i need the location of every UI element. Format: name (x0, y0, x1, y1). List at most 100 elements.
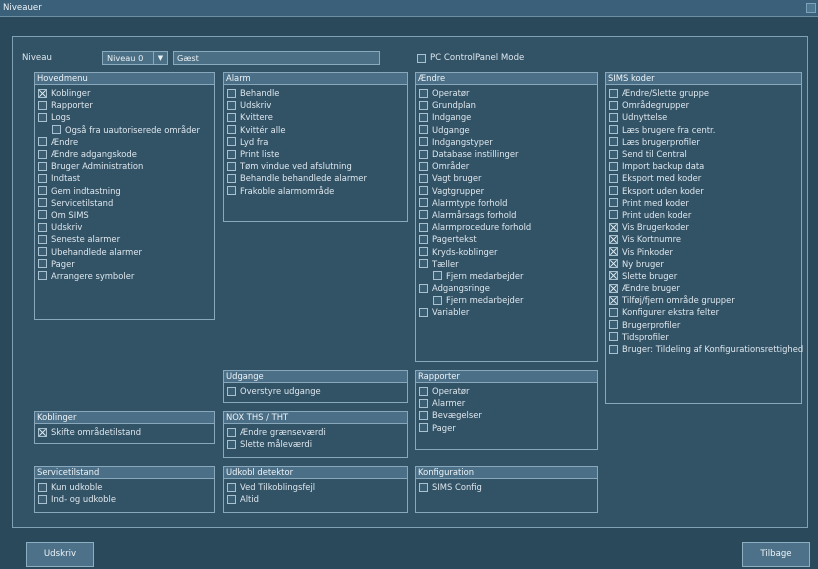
checkbox-icon[interactable] (609, 173, 618, 183)
checkbox-item[interactable]: Print uden koder (609, 209, 798, 221)
checkbox-item[interactable]: Tæller (419, 258, 594, 270)
checkbox-item[interactable]: Vagtgrupper (419, 185, 594, 197)
checkbox-item[interactable]: Slette måleværdi (227, 438, 404, 450)
checkbox-icon[interactable] (419, 186, 428, 196)
checkbox-item[interactable]: Brugerprofiler (609, 319, 798, 331)
checkbox-item[interactable]: Altid (227, 493, 404, 505)
pc-controlpanel-mode[interactable]: PC ControlPanel Mode (417, 53, 524, 63)
checkbox-item[interactable]: Skifte områdetilstand (38, 426, 211, 438)
checkbox-icon[interactable] (38, 234, 47, 244)
checkbox-item[interactable]: Bruger: Tildeling af Konfigurationsretti… (609, 343, 803, 355)
checkbox-icon[interactable] (609, 344, 618, 354)
checkbox-item[interactable]: Database instillinger (419, 148, 594, 160)
checkbox-icon[interactable] (227, 88, 236, 98)
checkbox-icon[interactable] (609, 149, 618, 159)
checkbox-icon[interactable] (419, 386, 428, 396)
checkbox-item[interactable]: Overstyre udgange (227, 385, 404, 397)
checkbox-item[interactable]: Print med koder (609, 197, 798, 209)
checkbox-item[interactable]: Send til Central (609, 148, 798, 160)
checkbox-icon[interactable] (419, 173, 428, 183)
checkbox-item[interactable]: Tilføj/fjern område grupper (609, 294, 798, 306)
checkbox-icon[interactable] (419, 88, 428, 98)
checkbox-icon[interactable] (609, 307, 618, 317)
checked-checkbox-icon[interactable] (609, 271, 618, 281)
checkbox-icon[interactable] (609, 198, 618, 208)
checkbox-item[interactable]: Ændre grænseværdi (227, 426, 404, 438)
checkbox-item[interactable]: Alarmer (419, 397, 594, 409)
checkbox-item[interactable]: Konfigurer ekstra felter (609, 306, 798, 318)
checkbox-item[interactable]: Indgangstyper (419, 136, 594, 148)
checkbox-item[interactable]: Eksport uden koder (609, 185, 798, 197)
checkbox-item[interactable]: Fjern medarbejder (419, 294, 594, 306)
checkbox-item[interactable]: Ind- og udkoble (38, 493, 211, 505)
checkbox-item[interactable]: Adgangsringe (419, 282, 594, 294)
checkbox-item[interactable]: Læs brugere fra centr. (609, 124, 798, 136)
checkbox-item[interactable]: Frakoble alarmområde (227, 185, 404, 197)
checkbox-item[interactable]: Bevægelser (419, 409, 594, 421)
checkbox-item[interactable]: Ændre/Slette gruppe (609, 87, 798, 99)
checkbox-icon[interactable] (38, 149, 47, 159)
checkbox-item[interactable]: Områdegrupper (609, 99, 798, 111)
checkbox-icon[interactable] (38, 100, 47, 110)
chevron-down-icon[interactable]: ▼ (153, 52, 167, 64)
checkbox-icon[interactable] (419, 423, 428, 433)
checkbox-icon[interactable] (609, 112, 618, 122)
pc-mode-checkbox[interactable] (417, 53, 426, 63)
checked-checkbox-icon[interactable] (609, 259, 618, 269)
checkbox-item[interactable]: Tidsprofiler (609, 331, 798, 343)
checkbox-item[interactable]: Ny bruger (609, 258, 798, 270)
checkbox-icon[interactable] (227, 137, 236, 147)
checkbox-icon[interactable] (419, 222, 428, 232)
checked-checkbox-icon[interactable] (609, 222, 618, 232)
checkbox-icon[interactable] (227, 112, 236, 122)
checkbox-icon[interactable] (227, 439, 236, 449)
checkbox-icon[interactable] (609, 210, 618, 220)
checkbox-icon[interactable] (38, 482, 47, 492)
checkbox-item[interactable]: Alarmtype forhold (419, 197, 594, 209)
checkbox-item[interactable]: Vis Brugerkoder (609, 221, 798, 233)
checkbox-item[interactable]: SIMS Config (419, 481, 594, 493)
checkbox-icon[interactable] (419, 283, 428, 293)
checkbox-icon[interactable] (419, 125, 428, 135)
checkbox-icon[interactable] (38, 259, 47, 269)
checkbox-item[interactable]: Arrangere symboler (38, 270, 211, 282)
checkbox-icon[interactable] (227, 482, 236, 492)
checkbox-item[interactable]: Kvittér alle (227, 124, 404, 136)
checked-checkbox-icon[interactable] (38, 427, 47, 437)
checkbox-item[interactable]: Koblinger (38, 87, 211, 99)
checkbox-item[interactable]: Operatør (419, 87, 594, 99)
checkbox-item[interactable]: Alarmprocedure forhold (419, 221, 594, 233)
checkbox-icon[interactable] (38, 247, 47, 257)
checkbox-icon[interactable] (38, 186, 47, 196)
checkbox-item[interactable]: Pager (419, 422, 594, 434)
checkbox-icon[interactable] (227, 149, 236, 159)
back-button[interactable]: Tilbage (742, 542, 810, 567)
checkbox-item[interactable]: Kun udkoble (38, 481, 211, 493)
checkbox-icon[interactable] (227, 186, 236, 196)
checkbox-item[interactable]: Alarmårsags forhold (419, 209, 594, 221)
checkbox-icon[interactable] (38, 210, 47, 220)
checkbox-icon[interactable] (609, 125, 618, 135)
checkbox-icon[interactable] (419, 210, 428, 220)
checkbox-item[interactable]: Ændre adgangskode (38, 148, 211, 160)
checkbox-item[interactable]: Operatør (419, 385, 594, 397)
checked-checkbox-icon[interactable] (609, 247, 618, 257)
checkbox-item[interactable]: Indgange (419, 111, 594, 123)
checkbox-icon[interactable] (38, 271, 47, 281)
checkbox-icon[interactable] (227, 173, 236, 183)
checkbox-item[interactable]: Import backup data (609, 160, 798, 172)
checkbox-icon[interactable] (609, 186, 618, 196)
checkbox-item[interactable]: Slette bruger (609, 270, 798, 282)
checkbox-icon[interactable] (227, 494, 236, 504)
checkbox-icon[interactable] (609, 100, 618, 110)
checkbox-item[interactable]: Grundplan (419, 99, 594, 111)
checkbox-item[interactable]: Udgange (419, 124, 594, 136)
checkbox-item[interactable]: Udnyttelse (609, 111, 798, 123)
checkbox-item[interactable]: Tøm vindue ved afslutning (227, 160, 404, 172)
checkbox-icon[interactable] (419, 482, 428, 492)
checkbox-icon[interactable] (38, 494, 47, 504)
checkbox-item[interactable]: Pager (38, 258, 211, 270)
checkbox-item[interactable]: Vis Pinkoder (609, 245, 798, 257)
checkbox-item[interactable]: Kryds-koblinger (419, 245, 594, 257)
niveau-name-input[interactable]: Gæst (173, 51, 380, 65)
